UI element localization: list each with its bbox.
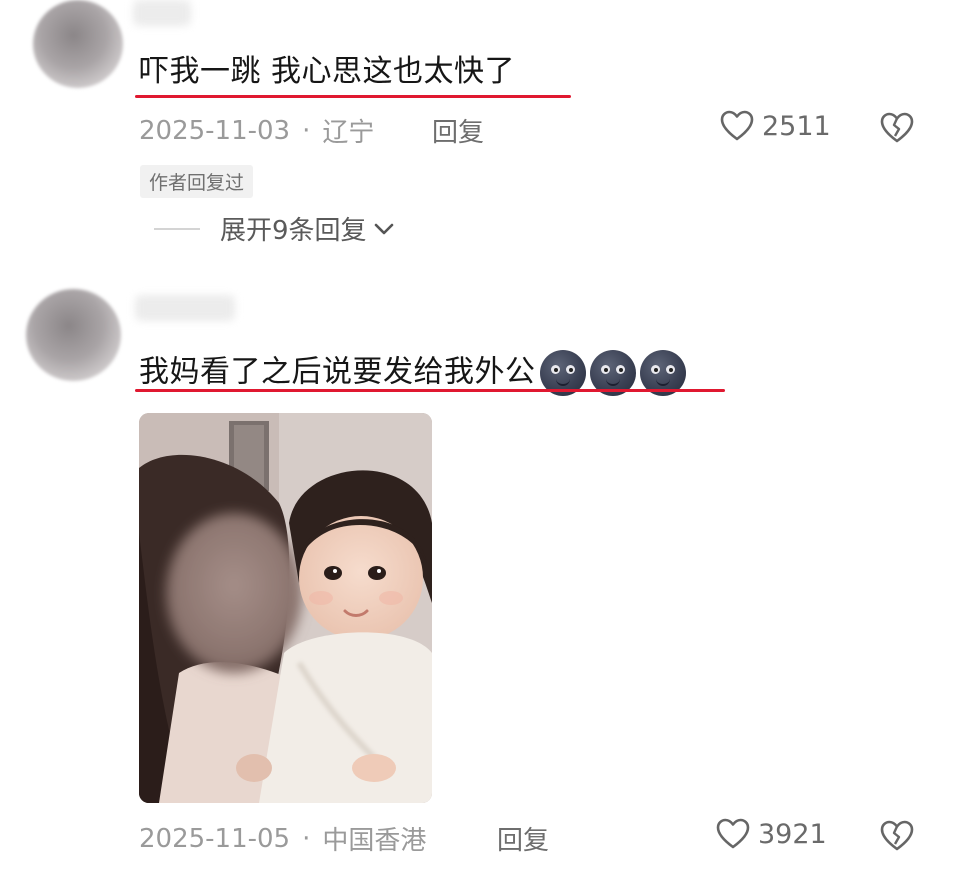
- reply-button[interactable]: 回复: [497, 820, 549, 857]
- dislike-button[interactable]: [880, 820, 914, 856]
- highlight-underline: [135, 389, 725, 392]
- comment-date: 2025-11-03: [139, 115, 291, 146]
- meta-separator: ·: [302, 115, 311, 146]
- expand-replies-button[interactable]: 展开9条回复: [154, 210, 397, 247]
- comment-location: 辽宁: [322, 118, 375, 148]
- comment-meta: 2025-11-05 · 中国香港: [139, 820, 426, 857]
- comment-text-body: 我妈看了之后说要发给我外公: [139, 354, 536, 390]
- username-blurred[interactable]: [135, 295, 235, 321]
- like-count: 3921: [758, 818, 827, 850]
- heart-icon: [716, 818, 750, 849]
- author-replied-tag: 作者回复过: [140, 165, 254, 198]
- photo-image: [139, 413, 432, 803]
- highlight-underline: [135, 95, 571, 98]
- username-blurred[interactable]: [133, 0, 191, 26]
- heart-icon: [720, 110, 754, 141]
- divider-line: [154, 227, 200, 230]
- avatar[interactable]: [26, 289, 121, 381]
- comment-date: 2025-11-05: [139, 823, 291, 854]
- like-count: 2511: [762, 110, 831, 142]
- comment-location: 中国香港: [322, 826, 427, 856]
- like-button[interactable]: 3921: [716, 818, 827, 850]
- avatar[interactable]: [33, 0, 123, 88]
- comment-photo[interactable]: [139, 413, 432, 803]
- broken-heart-icon: [880, 112, 914, 143]
- reply-button[interactable]: 回复: [432, 112, 484, 149]
- like-button[interactable]: 2511: [720, 110, 831, 142]
- comment-meta: 2025-11-03 · 辽宁: [139, 112, 374, 149]
- chevron-down-icon: [374, 223, 393, 234]
- meta-separator: ·: [302, 823, 311, 854]
- comment-text: 吓我一跳 我心思这也太快了: [139, 54, 516, 89]
- dislike-button[interactable]: [880, 112, 914, 148]
- expand-replies-label: 展开9条回复: [220, 216, 367, 246]
- broken-heart-icon: [880, 820, 914, 851]
